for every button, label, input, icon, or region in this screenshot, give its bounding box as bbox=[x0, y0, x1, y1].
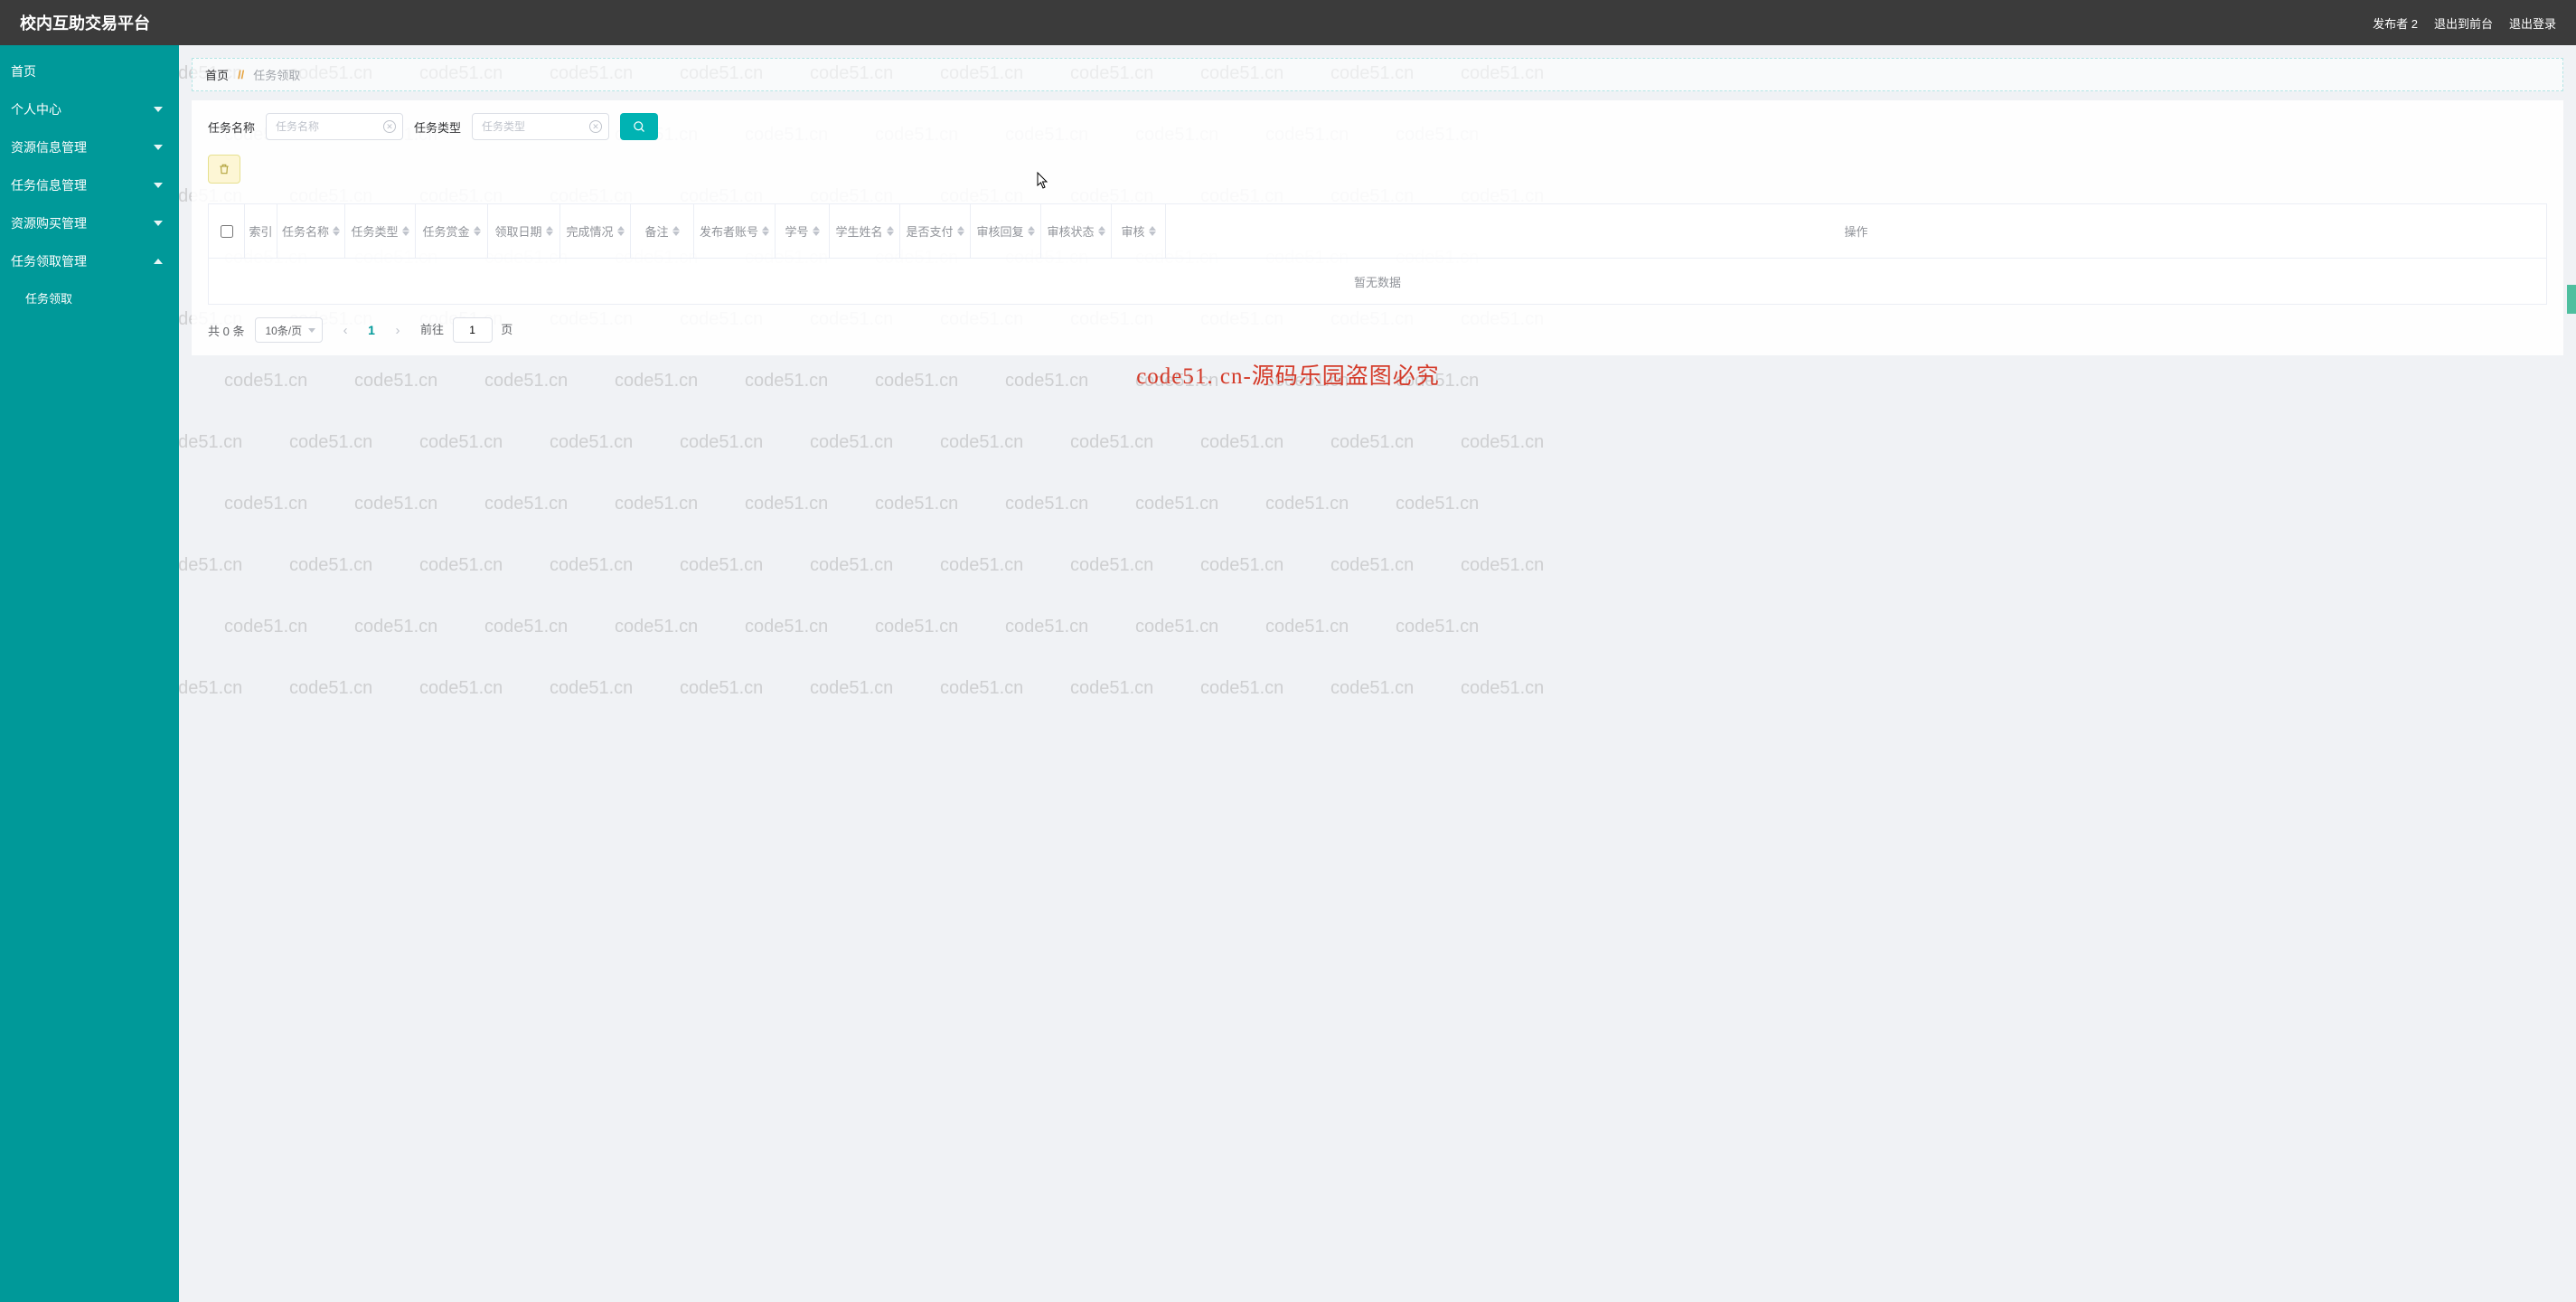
search-row: 任务名称 ✕ 任务类型 ✕ bbox=[208, 113, 2547, 140]
task-type-label: 任务类型 bbox=[414, 118, 461, 136]
sidebar-subitem-task-claim[interactable]: 任务领取 bbox=[0, 280, 179, 315]
col-task-name[interactable]: 任务名称 bbox=[277, 204, 345, 258]
prev-page-button[interactable]: ‹ bbox=[334, 318, 357, 342]
user-label: 发布者 2 bbox=[2373, 14, 2418, 32]
col-audit-status[interactable]: 审核状态 bbox=[1041, 204, 1112, 258]
task-name-label: 任务名称 bbox=[208, 118, 255, 136]
breadcrumb-home[interactable]: 首页 bbox=[205, 66, 229, 83]
col-student-name[interactable]: 学生姓名 bbox=[830, 204, 900, 258]
sidebar-item-label: 资源购买管理 bbox=[11, 214, 87, 232]
select-all-checkbox[interactable] bbox=[221, 225, 233, 238]
toolbar bbox=[208, 155, 2547, 184]
sort-icon bbox=[474, 226, 481, 236]
task-type-select-wrap: ✕ bbox=[472, 113, 609, 140]
sidebar-item-home[interactable]: 首页 bbox=[0, 52, 179, 90]
sidebar-item-resource-info[interactable]: 资源信息管理 bbox=[0, 128, 179, 166]
clear-icon[interactable]: ✕ bbox=[589, 120, 602, 133]
sidebar-item-profile[interactable]: 个人中心 bbox=[0, 90, 179, 128]
jump-page-input[interactable] bbox=[453, 317, 493, 343]
sidebar-item-label: 任务领取 bbox=[25, 289, 72, 307]
col-reward[interactable]: 任务赏金 bbox=[416, 204, 488, 258]
sort-icon bbox=[957, 226, 964, 236]
search-button[interactable] bbox=[620, 113, 658, 140]
chevron-down-icon bbox=[154, 221, 163, 226]
watermark-notice: code51. cn-源码乐园盗图必究 bbox=[1136, 358, 1440, 391]
content-card: 任务名称 ✕ 任务类型 ✕ 索引 任务名称 任务 bbox=[192, 100, 2563, 355]
col-task-type[interactable]: 任务类型 bbox=[345, 204, 416, 258]
sidebar-item-resource-buy[interactable]: 资源购买管理 bbox=[0, 204, 179, 242]
sidebar-item-task-info[interactable]: 任务信息管理 bbox=[0, 166, 179, 204]
col-remark[interactable]: 备注 bbox=[631, 204, 694, 258]
breadcrumb: 首页 // 任务领取 bbox=[192, 58, 2563, 91]
sort-icon bbox=[1149, 226, 1156, 236]
sort-icon bbox=[813, 226, 820, 236]
exit-to-front-link[interactable]: 退出到前台 bbox=[2434, 14, 2493, 32]
chevron-up-icon bbox=[154, 259, 163, 264]
current-page: 1 bbox=[368, 323, 375, 337]
chevron-down-icon bbox=[154, 145, 163, 150]
sort-icon bbox=[402, 226, 409, 236]
app-title: 校内互助交易平台 bbox=[20, 11, 150, 34]
sort-icon bbox=[672, 226, 680, 236]
sidebar-item-label: 首页 bbox=[11, 62, 36, 80]
next-page-button[interactable]: › bbox=[386, 318, 409, 342]
chevron-down-icon bbox=[154, 183, 163, 188]
sidebar-item-task-claim-manage[interactable]: 任务领取管理 bbox=[0, 242, 179, 280]
header-right: 发布者 2 退出到前台 退出登录 bbox=[2373, 14, 2556, 32]
sidebar-item-label: 任务领取管理 bbox=[11, 252, 87, 270]
chevron-down-icon bbox=[154, 107, 163, 112]
scroll-handle[interactable] bbox=[2567, 285, 2576, 314]
trash-icon bbox=[218, 163, 230, 175]
col-checkbox bbox=[209, 204, 245, 258]
sidebar: 首页 个人中心 资源信息管理 任务信息管理 资源购买管理 任务领取管理 任务领取 bbox=[0, 45, 179, 1302]
sort-icon bbox=[333, 226, 340, 236]
task-name-input-wrap: ✕ bbox=[266, 113, 403, 140]
col-audit[interactable]: 审核 bbox=[1112, 204, 1166, 258]
col-completion[interactable]: 完成情况 bbox=[560, 204, 631, 258]
empty-text: 暂无数据 bbox=[209, 259, 2546, 304]
jump-to-page: 前往 页 bbox=[420, 317, 512, 343]
page-size-select[interactable]: 10条/页 bbox=[255, 317, 323, 343]
sidebar-item-label: 任务信息管理 bbox=[11, 176, 87, 194]
breadcrumb-separator: // bbox=[238, 68, 244, 81]
col-publisher[interactable]: 发布者账号 bbox=[694, 204, 776, 258]
col-index: 索引 bbox=[245, 204, 277, 258]
col-paid[interactable]: 是否支付 bbox=[900, 204, 971, 258]
total-text: 共 0 条 bbox=[208, 322, 244, 339]
sort-icon bbox=[617, 226, 625, 236]
logout-link[interactable]: 退出登录 bbox=[2509, 14, 2556, 32]
main-content: 首页 // 任务领取 任务名称 ✕ 任务类型 ✕ bbox=[179, 45, 2576, 355]
app-header: 校内互助交易平台 发布者 2 退出到前台 退出登录 bbox=[0, 0, 2576, 45]
sort-icon bbox=[887, 226, 894, 236]
sidebar-item-label: 个人中心 bbox=[11, 100, 61, 118]
search-icon bbox=[633, 120, 646, 134]
sort-icon bbox=[1028, 226, 1035, 236]
sidebar-item-label: 资源信息管理 bbox=[11, 138, 87, 156]
delete-button[interactable] bbox=[208, 155, 240, 184]
sort-icon bbox=[546, 226, 553, 236]
table-header: 索引 任务名称 任务类型 任务赏金 领取日期 完成情况 备注 发布者账号 学号 … bbox=[209, 204, 2546, 259]
sort-icon bbox=[1098, 226, 1105, 236]
pagination: 共 0 条 10条/页 ‹ 1 › 前往 页 bbox=[208, 317, 2547, 343]
clear-icon[interactable]: ✕ bbox=[383, 120, 396, 133]
col-student-no[interactable]: 学号 bbox=[776, 204, 830, 258]
col-operation: 操作 bbox=[1166, 204, 2546, 258]
sort-icon bbox=[762, 226, 769, 236]
data-table: 索引 任务名称 任务类型 任务赏金 领取日期 完成情况 备注 发布者账号 学号 … bbox=[208, 203, 2547, 305]
col-claim-date[interactable]: 领取日期 bbox=[488, 204, 560, 258]
breadcrumb-current: 任务领取 bbox=[253, 66, 300, 83]
col-audit-reply[interactable]: 审核回复 bbox=[971, 204, 1041, 258]
